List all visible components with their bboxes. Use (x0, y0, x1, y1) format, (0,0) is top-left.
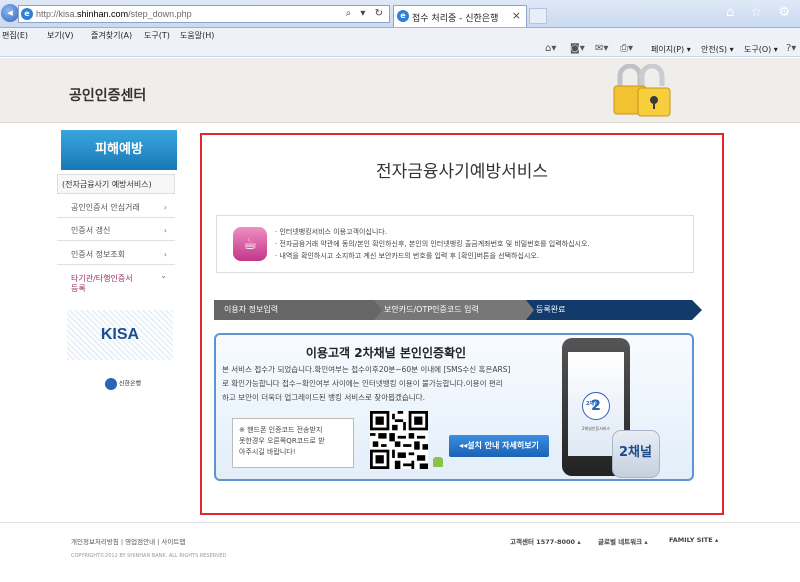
info-line: · 인터넷뱅킹서비스 이용고객이십니다. (275, 228, 387, 236)
ie-icon: e (21, 8, 33, 20)
sidebar-item-label: 인증서 갱신 (71, 226, 111, 235)
step-indicator: 이용자 정보입력 보안카드/OTP인증코드 입력 등록완료 (214, 300, 702, 320)
tab-ie-icon: e (397, 10, 409, 22)
footer: 개인정보처리방침 | 영업점안내 | 사이트맵 COPYRIGHT©2012 B… (0, 522, 800, 582)
copyright: COPYRIGHT©2012 BY SHINHAN BANK. ALL RIGH… (71, 553, 227, 559)
qr-note-box: ※ 핸드폰 인증코드 전송받지 못한경우 오른쪽QR코드로 받 아주시길 바랍니… (232, 418, 354, 468)
print-icon[interactable]: ⎙▾ (620, 43, 633, 54)
browser-tab[interactable]: e 접수 처리중 - 신한은행 × (393, 5, 527, 27)
info-box: ☕ · 인터넷뱅킹서비스 이용고객이십니다. · 전자금융거래 약관에 동의/본… (216, 215, 694, 273)
sidebar-title: 피해예방 (61, 130, 177, 170)
qr-code-icon[interactable] (370, 411, 428, 469)
family-site-dropdown[interactable]: FAMILY SITE ▴ (669, 536, 718, 544)
command-bar: ⌂▾ ◙▾ ✉▾ ⎙▾ 페이지(P) ▾ 안전(S) ▾ 도구(O) ▾ ?▾ (0, 42, 800, 57)
tab-title: 접수 처리중 - 신한은행 (412, 14, 499, 24)
menu-favorites[interactable]: 즐겨찾기(A) (91, 30, 132, 41)
mail-icon[interactable]: ✉▾ (595, 43, 608, 54)
customer-center[interactable]: 고객센터 1577-8000 ▴ (510, 536, 581, 546)
coffee-cup-icon: ☕ (233, 227, 267, 261)
sidebar-item-label: 공인인증서 안심거래 (71, 203, 140, 212)
sidebar-item-register[interactable]: 타기관/타행인증서 등록 ⌄ (57, 269, 175, 299)
sidebar-item-label-2: 등록 (71, 284, 86, 293)
close-icon[interactable]: × (512, 9, 521, 22)
step-1: 이용자 정보입력 (214, 300, 379, 320)
new-tab-button[interactable] (529, 8, 547, 24)
install-guide-button[interactable]: ◂◂설치 안내 자세히보기 (449, 435, 549, 457)
channel-desc-line: 본 서비스 접수가 되었습니다.확인여부는 접수이후20분~60분 이내에 [S… (222, 365, 511, 374)
url-text: http://kisa.shinhan.com/step_down.php (36, 9, 192, 19)
footer-links[interactable]: 개인정보처리방침 | 영업점안내 | 사이트맵 (71, 536, 185, 546)
menu-tools[interactable]: 도구(T) (144, 30, 170, 41)
home-icon[interactable]: ⌂▾ (545, 43, 556, 54)
command-page[interactable]: 페이지(P) ▾ (651, 44, 691, 55)
channel-title: 이용고객 2차채널 본인인증확인 (305, 346, 467, 360)
rss-icon[interactable]: ◙▾ (570, 43, 585, 54)
info-line: · 전자금융거래 약관에 동의/본인 확인하신후, 본인의 인터넷뱅킹 출금계좌… (275, 240, 590, 248)
sidebar-item-fraud-prevention[interactable]: (전자금융사기 예방서비스) (57, 174, 175, 194)
command-safety[interactable]: 안전(S) ▾ (701, 44, 734, 55)
help-icon[interactable]: ?▾ (786, 43, 796, 54)
step-arrow-icon (526, 300, 534, 320)
kisa-logo[interactable]: KISA (67, 310, 173, 360)
menu-help[interactable]: 도움말(H) (180, 30, 214, 41)
home-star-gear-icon[interactable]: ⌂ ☆ ⚙ (726, 5, 796, 20)
step-arrow-icon (692, 300, 702, 320)
page-title[interactable]: 공인인증센터 (69, 85, 146, 105)
command-tools[interactable]: 도구(O) ▾ (744, 44, 778, 55)
main-title: 전자금융사기예방서비스 (375, 162, 549, 182)
phone-text: 2채널 (586, 401, 599, 407)
phone-sub: 2채널인증서비스 (581, 426, 611, 431)
url-input[interactable]: e http://kisa.shinhan.com/step_down.php … (18, 5, 390, 23)
sidebar-item-safe-transaction[interactable]: 공인인증서 안심거래 › (57, 198, 175, 218)
step-2: 보안카드/OTP인증코드 입력 (374, 300, 532, 320)
second-channel-box: 이용고객 2차채널 본인인증확인 본 서비스 접수가 되었습니다.확인여부는 접… (214, 333, 694, 481)
chevron-right-icon: › (163, 250, 167, 259)
chevron-down-icon: ⌄ (160, 271, 167, 280)
browser-address-bar: ◂ e http://kisa.shinhan.com/step_down.ph… (0, 0, 800, 28)
step-3-active: 등록완료 (526, 300, 692, 320)
menu-bar: 편집(E) 보기(V) 즐겨찾기(A) 도구(T) 도움말(H) (0, 28, 800, 42)
back-arrow-icon[interactable]: ◂ (1, 4, 19, 22)
info-line: · 내역을 확인하시고 소지하고 계신 보안카드의 번호를 입력 후 [확인]버… (275, 252, 540, 260)
chevron-right-icon: › (163, 226, 167, 235)
android-icon (433, 457, 443, 467)
menu-view[interactable]: 보기(V) (47, 30, 73, 41)
sidebar-item-label: (전자금융사기 예방서비스) (62, 180, 152, 189)
app-icon: 2채널 (612, 430, 660, 478)
main-panel: 전자금융사기예방서비스 ☕ · 인터넷뱅킹서비스 이용고객이십니다. · 전자금… (200, 133, 724, 515)
global-network-dropdown[interactable]: 글로벌 네트워크 ▴ (598, 536, 648, 546)
channel-desc-line: 하고 보안이 더욱더 업그레이드된 뱅킹 서비스로 찾아뵙겠습니다. (222, 393, 425, 402)
step-arrow-icon (374, 300, 382, 320)
sidebar-item-renew[interactable]: 인증서 갱신 › (57, 221, 175, 241)
menu-edit[interactable]: 편집(E) (2, 30, 28, 41)
shinhan-icon (105, 378, 117, 390)
shinhan-logo[interactable]: 신한은행 (105, 378, 141, 390)
sidebar-item-info[interactable]: 인증서 정보조회 › (57, 245, 175, 265)
sidebar-item-label: 인증서 정보조회 (71, 250, 126, 259)
site-header: 공인인증센터 (0, 58, 800, 123)
padlock-icon (613, 64, 671, 117)
refresh-icon[interactable]: ⌕ ▾ ↻ (346, 8, 386, 19)
channel-desc-line: 로 확인가능합니다 접수~확인여부 사이에는 인터넷뱅킹 이용이 불가능합니다.… (222, 379, 503, 388)
chevron-right-icon: › (163, 203, 167, 212)
